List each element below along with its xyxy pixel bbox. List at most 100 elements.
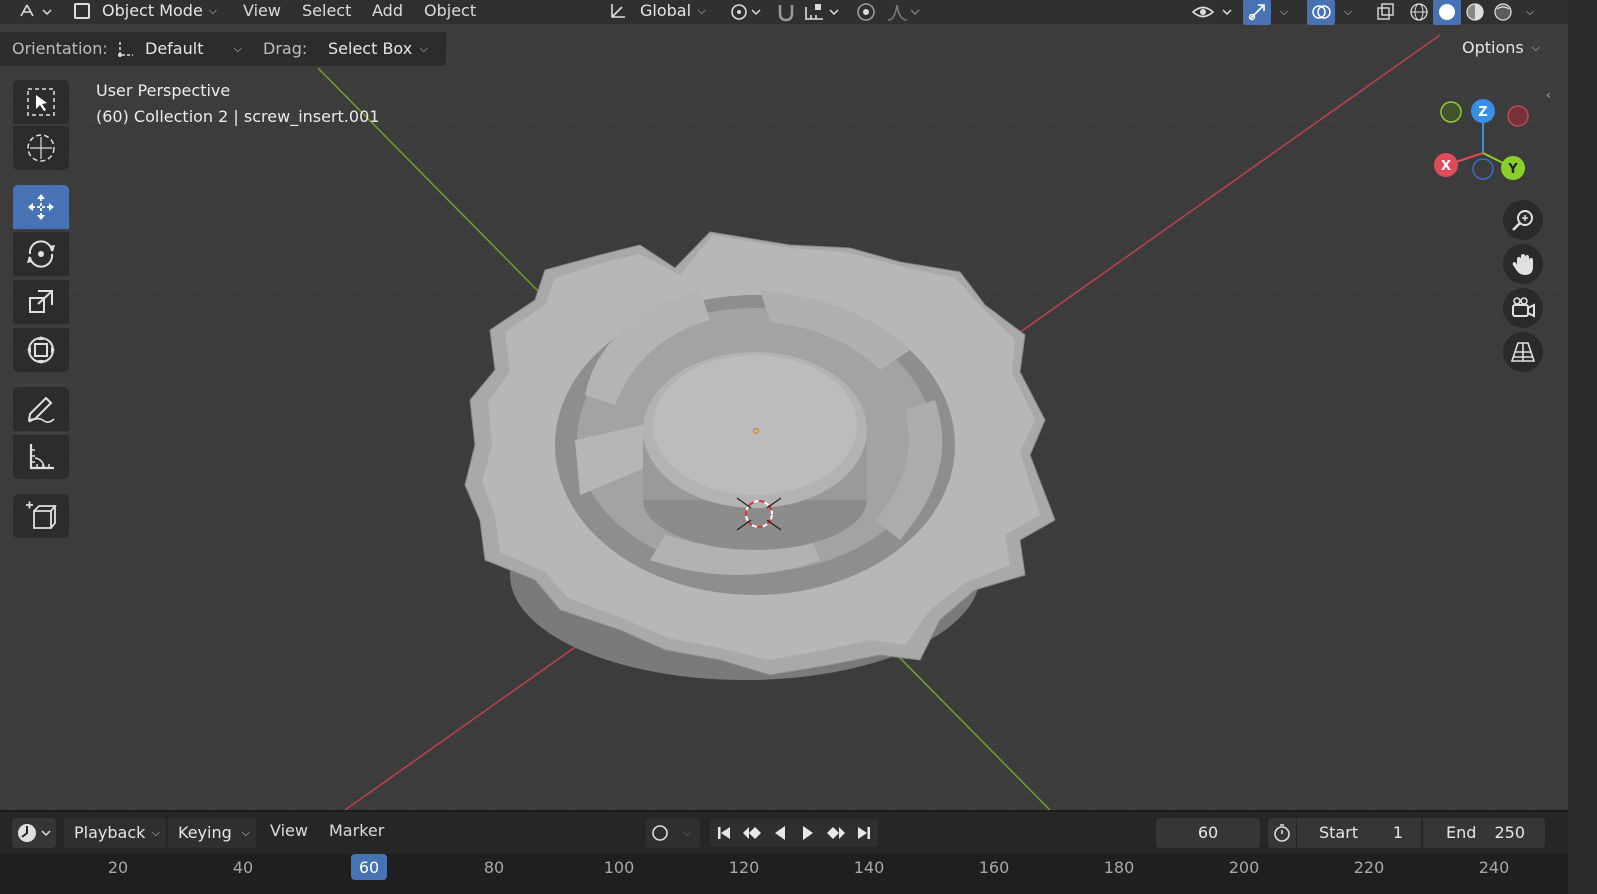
current-frame-field[interactable]: 60	[1156, 818, 1260, 848]
tool-select-box[interactable]	[13, 80, 69, 124]
tool-move[interactable]	[13, 185, 69, 229]
overlays-dropdown[interactable]: ⌵	[1336, 0, 1360, 24]
gizmo-toggle[interactable]	[1243, 0, 1271, 25]
chevron-down-icon: ⌵	[151, 826, 160, 839]
visibility-dropdown[interactable]	[1190, 0, 1236, 24]
timeline-menu-marker[interactable]: Marker	[329, 821, 384, 840]
material-sphere-icon	[1466, 3, 1484, 21]
play-icon	[803, 826, 813, 840]
timeline-editor-type-button[interactable]	[12, 818, 56, 848]
pivot-point-button[interactable]	[724, 0, 764, 24]
jump-end-icon	[858, 827, 870, 839]
auto-keying-toggle[interactable]	[646, 818, 674, 848]
add-cube-icon	[26, 501, 57, 529]
chevron-down-icon: ⌵	[1279, 5, 1289, 18]
orientation-value: Default	[145, 39, 204, 58]
tool-annotate[interactable]	[13, 387, 69, 431]
tool-measure[interactable]	[13, 435, 69, 479]
neg-y-axis-ball[interactable]	[1440, 101, 1462, 123]
clock-editor-icon	[18, 824, 51, 842]
rotate-icon	[27, 240, 55, 268]
snap-target-dropdown[interactable]	[802, 0, 842, 24]
mode-label: Object Mode	[102, 1, 203, 20]
prev-keyframe-button[interactable]	[738, 819, 766, 847]
chevron-down-icon: ⌵	[208, 4, 217, 17]
shading-material[interactable]	[1462, 0, 1488, 24]
shading-dropdown[interactable]: ⌵	[1518, 0, 1542, 24]
neg-x-axis-ball[interactable]	[1507, 105, 1529, 127]
snap-toggle[interactable]	[772, 0, 800, 24]
transform-icon	[27, 336, 55, 364]
pan-button[interactable]	[1503, 244, 1543, 284]
jump-to-end-button[interactable]	[850, 819, 878, 847]
falloff-curve-icon	[887, 4, 920, 21]
menu-object[interactable]: Object	[424, 1, 476, 20]
chevron-down-icon: ⌵	[1525, 5, 1535, 18]
xray-toggle[interactable]	[1372, 0, 1398, 24]
ruler-tick-label: 160	[978, 858, 1010, 877]
ruler-tick-label-current: 60	[358, 858, 380, 877]
start-frame-field[interactable]: Start 1	[1297, 818, 1421, 848]
tool-rotate[interactable]	[13, 232, 69, 276]
tool-scale[interactable]	[13, 280, 69, 324]
jump-to-start-button[interactable]	[710, 819, 738, 847]
tool-transform[interactable]	[13, 328, 69, 372]
crosshair-icon	[27, 134, 55, 162]
play-button[interactable]	[794, 819, 822, 847]
timeline-menu-view[interactable]: View	[270, 821, 308, 840]
tool-add-cube[interactable]	[13, 494, 69, 538]
gizmo-dropdown[interactable]: ⌵	[1272, 0, 1296, 24]
object-mode-icon	[74, 3, 90, 19]
end-frame-field[interactable]: End 250	[1423, 818, 1545, 848]
proportional-edit-toggle[interactable]	[852, 0, 880, 24]
keying-menu-label: Keying	[178, 823, 232, 842]
rendered-sphere-icon	[1494, 3, 1512, 21]
menu-view[interactable]: View	[243, 1, 281, 20]
preview-range-toggle[interactable]	[1268, 818, 1296, 848]
sidebar-toggle-icon[interactable]: ‹	[1546, 88, 1551, 102]
solid-sphere-icon	[1439, 4, 1455, 20]
editor-type-button[interactable]	[16, 0, 56, 24]
next-keyframe-button[interactable]	[822, 819, 850, 847]
keying-set-dropdown[interactable]: ⌵	[674, 818, 700, 848]
orientation-field-label: Orientation:	[12, 39, 108, 58]
menu-select[interactable]: Select	[302, 1, 351, 20]
stopwatch-icon	[1274, 824, 1290, 842]
menu-add[interactable]: Add	[372, 1, 403, 20]
falloff-dropdown[interactable]	[884, 0, 924, 24]
pivot-icon	[731, 4, 761, 20]
shading-wireframe[interactable]	[1406, 0, 1432, 24]
camera-view-button[interactable]	[1503, 288, 1543, 328]
chevron-down-icon: ⌵	[697, 4, 706, 17]
shading-rendered[interactable]	[1490, 0, 1516, 24]
play-reverse-button[interactable]	[766, 819, 794, 847]
hand-icon	[1512, 254, 1533, 275]
navigation-gizmo[interactable]: Z X Y	[1430, 95, 1540, 185]
start-frame-label: Start	[1319, 823, 1359, 842]
ruler-tick-label: 20	[107, 858, 129, 877]
drag-value: Select Box	[328, 39, 413, 58]
eye-icon	[1191, 6, 1232, 18]
ruler-tick-label: 80	[483, 858, 505, 877]
ruler-tick-label: 220	[1353, 858, 1385, 877]
magnet-icon	[778, 5, 794, 22]
3d-viewport[interactable]: Object Mode ⌵ View Select Add Object Glo…	[0, 0, 1568, 810]
overlays-icon	[1312, 5, 1331, 19]
orientation-label: Global	[640, 1, 692, 20]
keying-menu[interactable]: Keying ⌵	[168, 818, 256, 848]
next-keyframe-icon	[827, 827, 845, 839]
zoom-button[interactable]	[1503, 200, 1543, 240]
tool-cursor[interactable]	[13, 126, 69, 170]
play-reverse-icon	[775, 826, 785, 840]
gizmo-icon	[1248, 4, 1265, 21]
overlays-toggle[interactable]	[1307, 0, 1335, 25]
select-box-icon	[27, 88, 55, 116]
record-circle-icon	[652, 825, 668, 841]
playback-menu[interactable]: Playback ⌵	[64, 818, 166, 848]
grid-perspective-icon	[1510, 342, 1536, 362]
shading-solid[interactable]	[1433, 0, 1461, 25]
neg-z-axis-ball[interactable]	[1472, 158, 1494, 180]
end-frame-value: 250	[1494, 823, 1525, 842]
perspective-toggle-button[interactable]	[1503, 332, 1543, 372]
proportional-edit-icon	[857, 3, 875, 21]
